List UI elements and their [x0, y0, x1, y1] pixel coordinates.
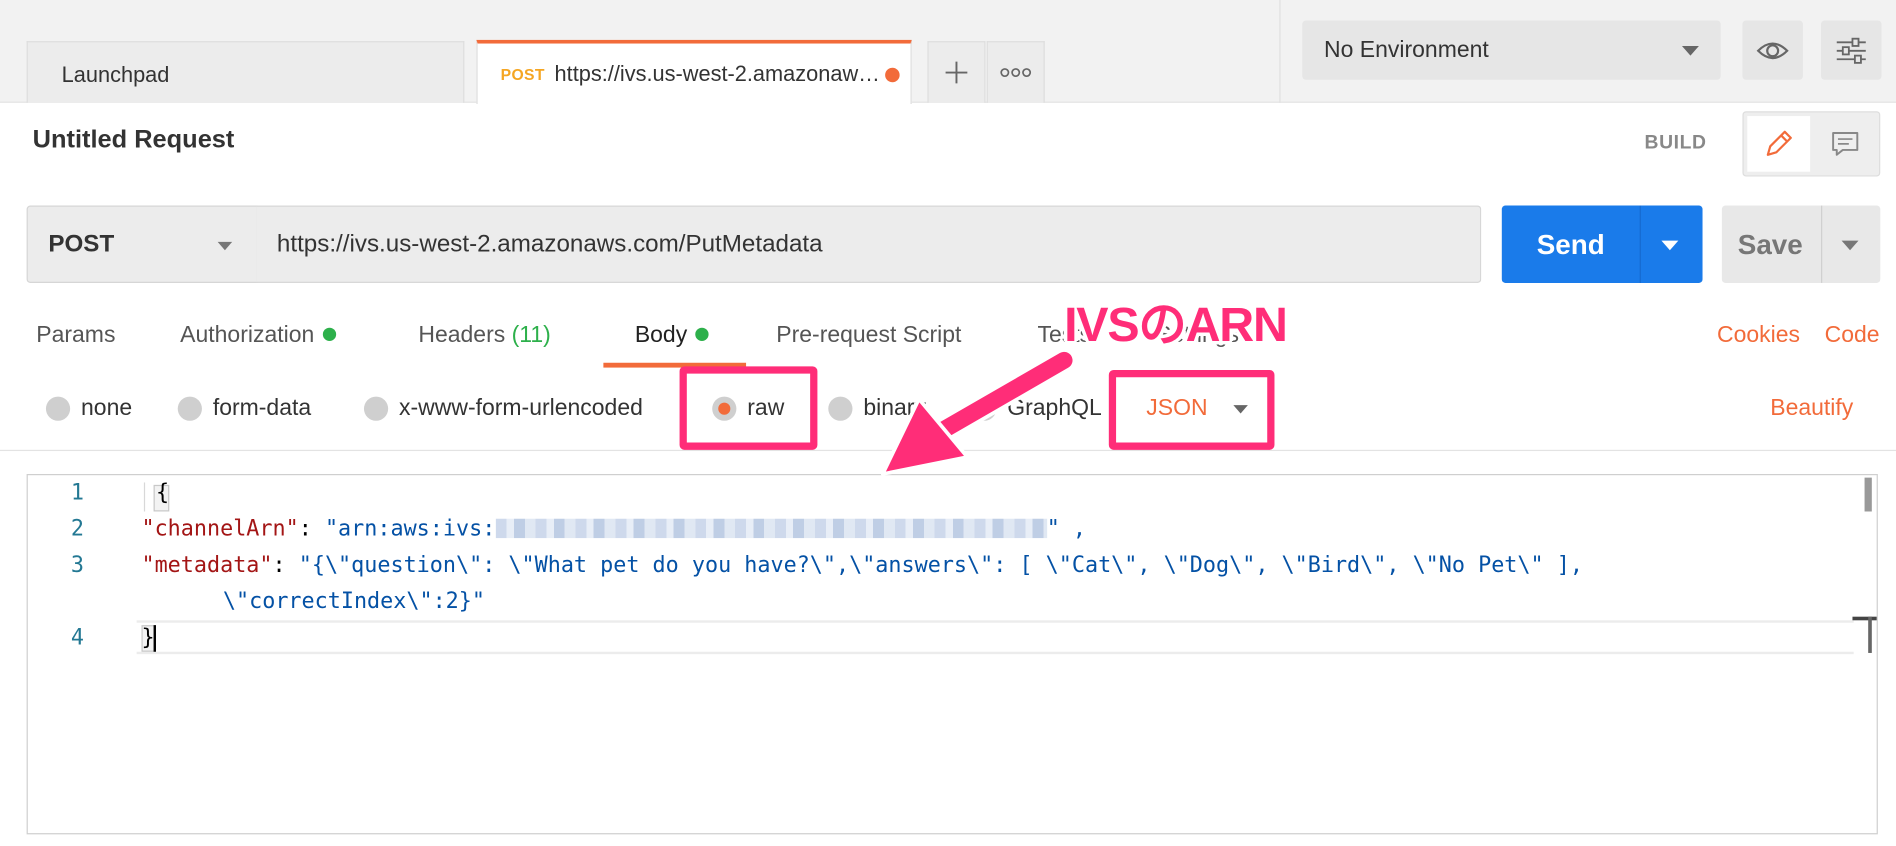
radio-form-data-label: form-data — [212, 395, 312, 421]
radio-none[interactable]: none — [45, 395, 133, 422]
radio-none-label: none — [81, 395, 133, 421]
new-tab-button[interactable] — [927, 41, 986, 103]
code-link[interactable]: Code — [1825, 323, 1880, 350]
environment-label: No Environment — [1324, 36, 1489, 63]
code-line-3: "metadata": "{\"question\": \"What pet d… — [141, 552, 1583, 578]
chevron-down-icon — [217, 241, 233, 251]
current-line-highlight — [136, 620, 1854, 655]
annotation-label: IVSのARN — [1064, 298, 1288, 352]
url-value: https://ivs.us-west-2.amazonaws.com/PutM… — [276, 230, 823, 257]
annotation-box-raw — [679, 366, 818, 450]
tab-active-request[interactable]: POST https://ivs.us-west-2.amazonaws.com… — [476, 39, 912, 104]
method-select[interactable]: POST — [26, 205, 258, 283]
headers-count: (11) — [511, 322, 551, 349]
more-horizontal-icon — [1000, 68, 1032, 78]
comments-button[interactable] — [1814, 116, 1877, 172]
save-options-chevron-icon[interactable] — [1841, 240, 1859, 251]
json-string: "arn:aws:ivs: — [324, 516, 496, 542]
tab-launchpad[interactable]: Launchpad — [26, 41, 465, 103]
save-button[interactable]: Save — [1721, 205, 1881, 283]
request-title[interactable]: Untitled Request — [33, 126, 235, 155]
radio-circle — [45, 396, 71, 421]
manage-environments-button[interactable] — [1821, 20, 1882, 80]
beautify-link[interactable]: Beautify — [1770, 395, 1853, 422]
json-key: "channelArn" — [141, 516, 299, 542]
url-input[interactable]: https://ivs.us-west-2.amazonaws.com/PutM… — [256, 205, 1482, 283]
status-dot-icon — [322, 327, 337, 341]
radio-graphql[interactable]: GraphQL — [972, 395, 1102, 422]
json-string: "{\"question\": \"What pet do you have?\… — [298, 552, 1583, 578]
tab-prerequest-script[interactable]: Pre-request Script — [776, 323, 961, 350]
annotation-box-json — [1108, 370, 1275, 450]
sliders-icon — [1836, 37, 1866, 64]
line-number: 2 — [70, 516, 84, 542]
edit-mode-button[interactable] — [1747, 116, 1811, 172]
pencil-icon — [1766, 130, 1792, 156]
method-label: POST — [48, 230, 115, 257]
cookies-link[interactable]: Cookies — [1717, 323, 1800, 350]
tab-headers[interactable]: Headers (11) — [418, 323, 550, 350]
overview-ruler-mark — [1868, 616, 1872, 653]
tab-method-badge: POST — [500, 64, 545, 83]
save-divider — [1821, 205, 1823, 283]
indent-guide — [143, 482, 146, 512]
environment-select[interactable]: No Environment — [1302, 20, 1721, 80]
radio-urlencoded-label: x-www-form-urlencoded — [399, 395, 643, 421]
text-cursor — [153, 625, 156, 652]
unsaved-dot-icon — [885, 67, 900, 83]
line-number: 1 — [70, 480, 84, 506]
mode-toggle-group — [1742, 111, 1881, 177]
chevron-down-icon — [1681, 45, 1699, 56]
eye-icon — [1756, 41, 1789, 59]
radio-binary[interactable]: binary — [828, 395, 926, 422]
tab-authorization-label: Authorization — [180, 322, 315, 349]
radio-circle — [363, 396, 389, 421]
environment-quick-look-button[interactable] — [1742, 20, 1803, 80]
section-divider — [0, 449, 1896, 452]
more-tabs-button[interactable] — [986, 41, 1045, 103]
radio-urlencoded[interactable]: x-www-form-urlencoded — [363, 395, 643, 422]
plus-icon — [945, 61, 968, 84]
body-code-editor[interactable]: 1 2 3 4 { "channelArn": "arn:aws:ivs: " ,… — [26, 474, 1878, 835]
radio-circle — [177, 396, 202, 421]
send-label: Send — [1536, 227, 1605, 260]
editor-scrollbar[interactable] — [1864, 477, 1872, 512]
json-key: "metadata" — [141, 552, 273, 578]
overview-ruler-mark — [1852, 616, 1877, 621]
line-number: 3 — [70, 552, 84, 578]
save-label: Save — [1737, 227, 1803, 260]
radio-graphql-label: GraphQL — [1007, 395, 1102, 421]
send-divider — [1639, 205, 1641, 283]
redacted-arn — [495, 518, 1047, 539]
code-line-3-wrap: \"correctIndex\":2}" — [170, 588, 485, 615]
comment-icon — [1832, 132, 1859, 156]
line-number: 4 — [70, 625, 84, 651]
send-button[interactable]: Send — [1501, 205, 1703, 283]
tab-params[interactable]: Params — [36, 323, 115, 350]
radio-binary-label: binary — [863, 395, 926, 421]
tab-launchpad-label: Launchpad — [61, 62, 170, 87]
code-line-2: "channelArn": "arn:aws:ivs: " , — [141, 516, 1087, 542]
radio-circle — [828, 396, 853, 421]
radio-circle — [972, 396, 997, 421]
top-bar: Launchpad POST https://ivs.us-west-2.ama… — [0, 0, 1896, 104]
tab-body-label: Body — [634, 322, 688, 349]
topbar-divider — [1279, 0, 1281, 103]
tab-headers-label: Headers — [418, 322, 506, 349]
tab-url-label: https://ivs.us-west-2.amazonaws.com/PutM… — [554, 61, 884, 86]
tab-body[interactable]: Body — [635, 323, 709, 350]
code-line-1: { — [155, 480, 170, 506]
radio-form-data[interactable]: form-data — [177, 395, 312, 422]
build-mode-label: BUILD — [1644, 133, 1707, 154]
tab-authorization[interactable]: Authorization — [180, 322, 337, 350]
status-dot-icon — [695, 327, 709, 341]
send-options-chevron-icon[interactable] — [1661, 240, 1679, 251]
